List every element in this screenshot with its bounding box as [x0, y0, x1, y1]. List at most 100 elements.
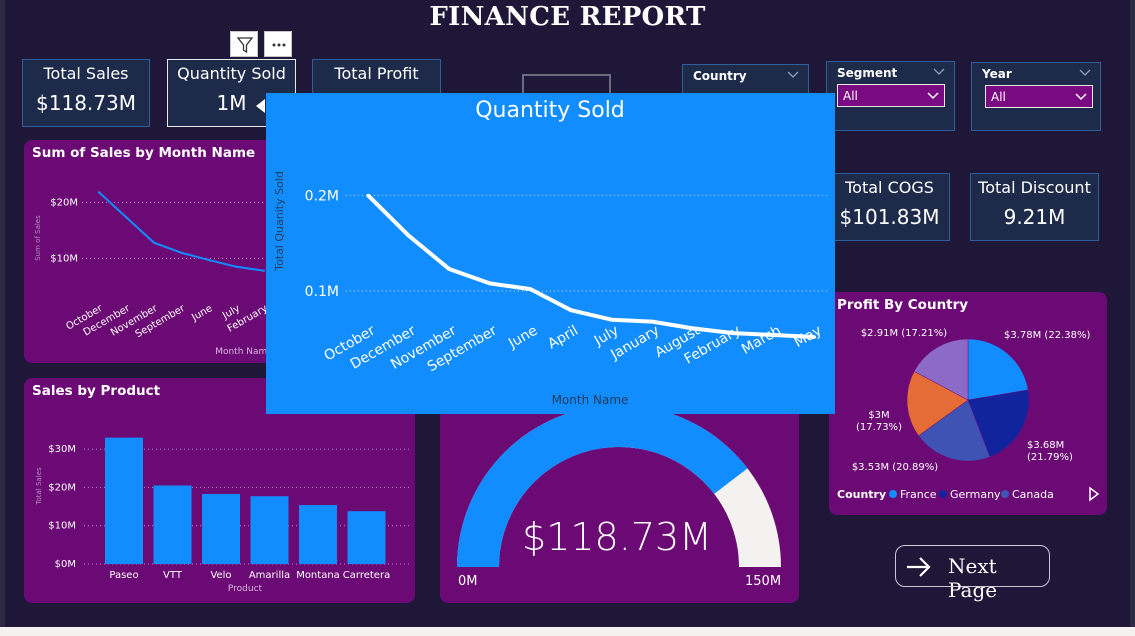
- x-tick-label: June: [505, 323, 540, 353]
- x-tick-label: Montana: [296, 570, 340, 581]
- card-value: $101.83M: [839, 205, 940, 229]
- y-tick-label: 0.1M: [305, 284, 339, 300]
- more-options-icon[interactable]: [264, 31, 292, 57]
- bar-montana[interactable]: [299, 505, 337, 564]
- pie-slice[interactable]: [967, 338, 1029, 401]
- y-axis-label: Total Quanity Sold: [273, 171, 286, 272]
- legend-item-germany[interactable]: Germany: [950, 488, 1001, 501]
- next-page-label: Next Page: [948, 554, 998, 602]
- gauge-max-label: 150M: [745, 574, 781, 589]
- quantity-sold-tooltip: Quantity Sold Total Quanity Sold Month N…: [266, 93, 835, 414]
- bottom-strip: [0, 627, 1135, 636]
- gauge-min-label: 0M: [458, 574, 478, 589]
- year-slicer[interactable]: Year All: [971, 62, 1101, 131]
- x-tick-label: Amarilla: [249, 570, 290, 581]
- x-axis-label: Month Name: [215, 347, 273, 357]
- dropdown-value: All: [843, 89, 858, 103]
- card-value: 9.21M: [1003, 205, 1066, 229]
- legend-marker-germany: [939, 490, 947, 498]
- data-point: [569, 308, 573, 312]
- y-axis-label: Sum of Sales: [34, 215, 42, 261]
- report-title: FINANCE REPORT: [429, 2, 706, 32]
- sales-line: [98, 191, 265, 272]
- bar-carretera[interactable]: [347, 511, 386, 564]
- data-point: [366, 193, 370, 197]
- segment-slicer[interactable]: Segment All: [826, 61, 955, 131]
- slice-label: $3M (17.73%): [856, 410, 902, 433]
- sales-gauge-panel[interactable]: $118.73M 0M 150M: [440, 395, 799, 603]
- x-tick-label: VTT: [163, 570, 183, 581]
- slice-label: $3.53M (20.89%): [852, 462, 938, 473]
- data-point: [152, 241, 156, 244]
- bar-velo[interactable]: [202, 493, 240, 564]
- x-tick-label: April: [545, 323, 581, 353]
- chevron-down-icon[interactable]: [786, 69, 800, 79]
- gauge-value: $118.73M: [522, 515, 712, 559]
- data-point: [180, 251, 183, 254]
- segment-dropdown[interactable]: All: [837, 84, 945, 107]
- filter-icon[interactable]: [230, 31, 258, 57]
- legend-item-canada[interactable]: Canada: [1012, 488, 1054, 501]
- data-point: [125, 216, 128, 219]
- card-label: Total Sales: [43, 64, 129, 83]
- bar-vtt[interactable]: [153, 485, 192, 564]
- data-point: [97, 191, 101, 194]
- slice-label: $3.68M (21.79%): [1027, 440, 1073, 463]
- slicer-label: Year: [982, 67, 1012, 81]
- legend-marker-france: [889, 490, 897, 498]
- x-axis-label: Month Name: [552, 393, 629, 407]
- y-tick-label: $20M: [50, 197, 78, 208]
- year-dropdown[interactable]: All: [985, 85, 1093, 108]
- legend-next-icon[interactable]: [1089, 486, 1100, 502]
- y-tick-label: $20M: [48, 482, 76, 493]
- y-tick-label: 0.2M: [305, 188, 339, 204]
- y-tick-label: $0M: [55, 559, 76, 570]
- x-tick-label: Velo: [210, 570, 231, 581]
- card-label: Total Discount: [978, 178, 1091, 197]
- profit-by-country-panel[interactable]: Profit By Country $3.78M (22.38%) $3.68M(…: [829, 292, 1107, 515]
- y-tick-label: $10M: [48, 521, 76, 532]
- slicer-label: Country: [693, 69, 747, 83]
- y-axis-label: Total Sales: [35, 467, 43, 506]
- card-label: Quantity Sold: [177, 64, 286, 83]
- tooltip-pointer: [256, 99, 265, 113]
- chevron-down-icon[interactable]: [932, 66, 946, 76]
- data-point: [235, 265, 238, 268]
- total-discount-card[interactable]: Total Discount 9.21M: [970, 173, 1099, 241]
- legend-item-france[interactable]: France: [900, 488, 937, 501]
- total-sales-card[interactable]: Total Sales $118.73M: [22, 59, 150, 127]
- x-tick-label: Carretera: [343, 570, 390, 581]
- bar-paseo[interactable]: [105, 437, 143, 564]
- card-label: Total Profit: [334, 64, 419, 83]
- slice-label: $2.91M (17.21%): [861, 328, 947, 339]
- data-point: [447, 267, 451, 271]
- slicer-label: Segment: [837, 66, 898, 80]
- chevron-down-icon: [1075, 93, 1087, 101]
- data-point: [407, 234, 411, 238]
- legend-title: Country: [837, 488, 886, 501]
- x-tick-label: Paseo: [109, 570, 138, 581]
- x-tick-label: June: [189, 303, 214, 324]
- y-tick-label: $10M: [50, 253, 78, 264]
- x-axis-label: Product: [228, 584, 263, 594]
- pie-legend: Country France Germany Canada: [837, 488, 1054, 501]
- data-point: [610, 318, 614, 322]
- total-cogs-card[interactable]: Total COGS $101.83M: [829, 173, 950, 241]
- card-label: Total COGS: [845, 178, 934, 197]
- x-tick-label: March: [739, 323, 784, 358]
- legend-marker-canada: [1001, 490, 1009, 498]
- bar-amarilla[interactable]: [250, 496, 289, 564]
- chart-title: Quantity Sold: [475, 98, 625, 123]
- sales-by-month-panel[interactable]: Sum of Sales by Month Name $10M $20M Octob…: [24, 140, 284, 363]
- data-point: [262, 269, 266, 272]
- x-tick-label: May: [792, 323, 825, 351]
- y-tick-label: $30M: [48, 444, 76, 455]
- quantity-line: [366, 193, 815, 339]
- chevron-down-icon[interactable]: [1078, 67, 1092, 77]
- data-point: [488, 281, 492, 285]
- next-page-button[interactable]: Next Page: [895, 545, 1050, 602]
- dropdown-value: All: [991, 90, 1006, 104]
- slice-label: $3.78M (22.38%): [1004, 330, 1090, 341]
- chevron-down-icon: [927, 92, 939, 100]
- card-value: $118.73M: [36, 91, 136, 115]
